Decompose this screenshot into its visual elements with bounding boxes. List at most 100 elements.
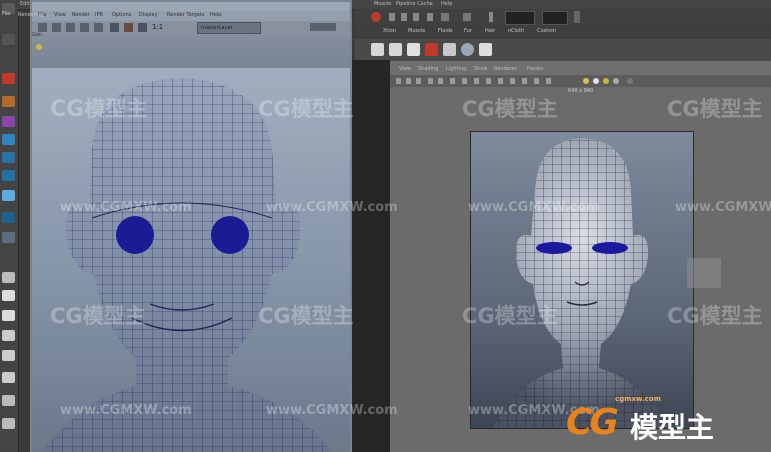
viewport-toolbar [390, 75, 771, 87]
script-pane-icon[interactable] [2, 395, 15, 406]
shelf-tab-hair[interactable]: Hair [485, 28, 495, 34]
shelf-tab-ncloth[interactable]: nCloth [508, 28, 524, 34]
four-pane-icon[interactable] [2, 290, 15, 301]
corner-logo-brand: 模型主 [630, 411, 715, 444]
watermark-url: www.CGMXW.com [266, 200, 398, 215]
redo-render-icon[interactable] [38, 23, 47, 32]
paint-tool-icon[interactable] [2, 116, 15, 127]
shelf-tab-fluids[interactable]: Fluids [438, 28, 453, 34]
app-file-menu[interactable]: File [2, 11, 10, 17]
manipulator-tool-icon[interactable] [2, 190, 15, 201]
zoom-icon[interactable] [138, 23, 147, 32]
ao-icon [603, 78, 609, 84]
single-pane-icon[interactable] [2, 272, 15, 283]
tool-icon[interactable] [2, 34, 15, 45]
graph-pane-icon[interactable] [2, 350, 15, 361]
snap-icon[interactable] [389, 13, 395, 21]
menu-help[interactable]: Help [441, 1, 452, 7]
outliner-gap [352, 60, 390, 452]
menu-muscle[interactable]: Muscle [374, 1, 391, 7]
snap-point-icon[interactable] [413, 13, 419, 21]
isolate-icon [627, 78, 633, 84]
custom-pane-icon[interactable] [2, 418, 15, 429]
ipr-icon[interactable] [52, 23, 61, 32]
tool-strip [0, 0, 19, 452]
watermark-url: www.CGMXW.com [266, 403, 398, 418]
corner-logo-cg: CG [566, 402, 619, 443]
side-label-rendering[interactable]: Rendering [18, 12, 44, 18]
layer-select[interactable]: masterLayer [197, 22, 261, 34]
transform-field-y[interactable] [542, 11, 568, 25]
rgb-icon[interactable] [110, 23, 119, 32]
rw-menu-ipr[interactable]: IPR [95, 12, 103, 18]
zoom-ratio[interactable]: 1:1 [152, 23, 163, 31]
left-eye [536, 242, 572, 254]
move-tool-icon[interactable] [2, 134, 15, 145]
render-view-canvas[interactable] [32, 68, 350, 452]
rw-menu-view[interactable]: View [54, 12, 66, 18]
shelf-tab-custom[interactable]: Custom [537, 28, 556, 34]
render-view-window[interactable]: File View Render IPR Options Display Ren… [18, 0, 352, 452]
vp-menu-panels[interactable]: Panels [527, 66, 543, 72]
rotate-tool-icon[interactable] [2, 152, 15, 163]
render-settings-icon[interactable] [407, 43, 420, 56]
vp-menu-renderer[interactable]: Renderer [494, 66, 517, 72]
rw-menu-render-targets[interactable]: Render Targets [167, 12, 204, 18]
render-view-menubar: File View Render IPR Options Display Ren… [32, 11, 350, 21]
vp-menu-lighting[interactable]: Lighting [446, 66, 466, 72]
light-icon [36, 44, 42, 50]
watermark: CG模型主 [50, 304, 146, 328]
scale-tool-icon[interactable] [2, 170, 15, 181]
render-view-shelf-overlay: Gen Rendering [18, 12, 350, 68]
watermark: CG模型主 [462, 97, 558, 121]
shelf-tab-xtion[interactable]: Xtion [383, 28, 396, 34]
outliner-pane-icon[interactable] [2, 330, 15, 341]
shadow-icon [593, 78, 599, 84]
rw-menu-render[interactable]: Render [72, 12, 90, 18]
resolution-gate-label: 640 x 960 [568, 88, 594, 94]
construction-icon[interactable] [463, 13, 471, 21]
render-current-icon[interactable] [371, 43, 384, 56]
menu-edit[interactable]: Edit [20, 1, 30, 7]
sphere-icon[interactable] [461, 43, 474, 56]
render-progress-controls[interactable] [310, 23, 336, 31]
resolution-gate [470, 131, 694, 429]
watermark: CG模型主 [462, 304, 558, 328]
lasso-tool-icon[interactable] [2, 96, 15, 107]
shaded-wireframe-head [493, 138, 671, 428]
rw-menu-display[interactable]: Display [139, 12, 157, 18]
hypershade-icon[interactable] [425, 43, 438, 56]
two-pane-icon[interactable] [2, 310, 15, 321]
shelf-tab-muscle[interactable]: Muscle [408, 28, 425, 34]
watermark-brand: 模型主 [290, 97, 354, 121]
vp-menu-shading[interactable]: Shading [418, 66, 438, 72]
transform-field-z[interactable] [574, 11, 580, 23]
render-view-icon[interactable] [443, 43, 456, 56]
transform-field-x[interactable] [505, 11, 535, 25]
watermark-url: www.CGMXW.com [675, 200, 771, 215]
region-icon[interactable] [80, 23, 89, 32]
shader-ball-icon[interactable] [479, 43, 492, 56]
hypershade-pane-icon[interactable] [2, 372, 15, 383]
refresh-icon[interactable] [66, 23, 75, 32]
menu-pipeline-cache[interactable]: Pipeline Cache [396, 1, 433, 7]
vp-menu-show[interactable]: Show [474, 66, 488, 72]
shelf-tabs: Xtion Muscle Fluids Fur Hair nCloth Cust… [355, 25, 771, 39]
history-icon[interactable] [441, 13, 449, 21]
alpha-icon[interactable] [124, 23, 133, 32]
snapshot-icon[interactable] [94, 23, 103, 32]
layout-icon[interactable] [2, 232, 15, 243]
snap-plane-icon[interactable] [427, 13, 433, 21]
viewport-menubar: View Shading Lighting Show Renderer Pane… [390, 65, 771, 75]
rw-menu-help[interactable]: Help [210, 12, 221, 18]
shelf-tab-fur[interactable]: Fur [464, 28, 472, 34]
snap-curve-icon[interactable] [401, 13, 407, 21]
ipr-render-icon[interactable] [389, 43, 402, 56]
viewport-toolbar-icons [396, 78, 633, 84]
watermark: CG模型主 [667, 304, 763, 328]
rw-menu-options[interactable]: Options [112, 12, 131, 18]
magnet-icon[interactable] [371, 12, 381, 22]
select-tool-icon[interactable] [2, 73, 15, 84]
vp-menu-view[interactable]: View [399, 66, 411, 72]
soft-mod-icon[interactable] [2, 212, 15, 223]
